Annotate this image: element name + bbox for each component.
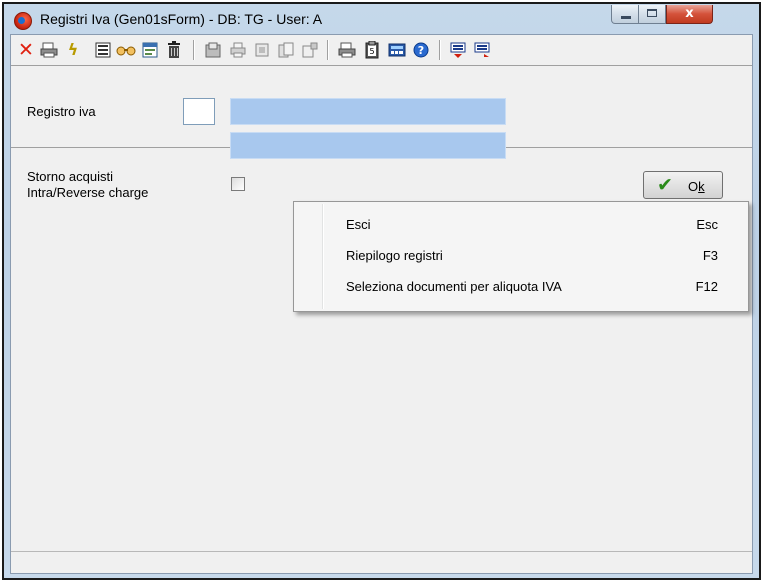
- menu-item-shortcut: Esc: [696, 217, 718, 232]
- help-icon[interactable]: ?: [410, 39, 432, 61]
- menu-item-seleziona-documenti[interactable]: Seleziona documenti per aliquota IVA F12: [296, 271, 746, 301]
- registro-description-field[interactable]: [230, 98, 506, 125]
- registro-code-input[interactable]: [183, 98, 215, 125]
- printer-icon[interactable]: [227, 39, 249, 61]
- calculator-icon[interactable]: [386, 39, 408, 61]
- storno-label-line1: Storno acquisti: [27, 169, 113, 184]
- close-icon: x: [685, 6, 694, 21]
- svg-text:?: ?: [418, 44, 424, 57]
- close-red-x-icon[interactable]: ✕: [15, 39, 37, 61]
- print-icon[interactable]: [38, 39, 60, 61]
- menu-item-shortcut: F3: [702, 248, 718, 263]
- window-icon[interactable]: [139, 39, 161, 61]
- ok-button-label: Ok: [688, 179, 705, 194]
- close-button[interactable]: x: [666, 5, 713, 24]
- menu-item-esci[interactable]: Esci Esc: [296, 209, 746, 239]
- svg-text:5: 5: [369, 47, 374, 56]
- minimize-icon: [621, 16, 631, 19]
- print-preview-icon[interactable]: [336, 39, 358, 61]
- menu-item-label: Esci: [346, 217, 371, 232]
- toolbar: ✕ ϟ 5 ?: [11, 35, 752, 66]
- copy-icon[interactable]: [275, 39, 297, 61]
- registro-description2-field[interactable]: [230, 132, 506, 159]
- toolbar-separator: [193, 40, 195, 60]
- toolbar-separator: [439, 40, 441, 60]
- glasses-icon[interactable]: [115, 39, 137, 61]
- lightning-icon[interactable]: ϟ: [62, 39, 84, 61]
- ok-button[interactable]: ✔ Ok: [643, 171, 723, 199]
- title-bar[interactable]: Registri Iva (Gen01sForm) - DB: TG - Use…: [4, 4, 759, 34]
- app-icon: [14, 12, 32, 30]
- check-icon: ✔: [657, 174, 673, 196]
- menu-item-riepilogo-registri[interactable]: Riepilogo registri F3: [296, 240, 746, 270]
- trash-icon[interactable]: [163, 39, 185, 61]
- context-menu: Esci Esc Riepilogo registri F3 Seleziona…: [293, 201, 749, 312]
- registro-iva-label: Registro iva: [27, 104, 96, 119]
- toolbar-separator: [327, 40, 329, 60]
- minimize-button[interactable]: [611, 5, 639, 24]
- document-icon[interactable]: [251, 39, 273, 61]
- export-icon[interactable]: [299, 39, 321, 61]
- status-bar: [11, 551, 752, 573]
- storno-label-line2: Intra/Reverse charge: [27, 185, 149, 200]
- maximize-button[interactable]: [639, 5, 666, 24]
- menu-item-label: Seleziona documenti per aliquota IVA: [346, 279, 562, 294]
- menu-item-label: Riepilogo registri: [346, 248, 443, 263]
- clipboard-icon[interactable]: 5: [361, 39, 383, 61]
- import-icon[interactable]: [202, 39, 224, 61]
- list-icon[interactable]: [92, 39, 114, 61]
- move-up-icon[interactable]: [447, 39, 469, 61]
- maximize-icon: [647, 9, 657, 17]
- ok-label-accel: k: [698, 179, 705, 194]
- menu-item-shortcut: F12: [695, 279, 718, 294]
- move-down-icon[interactable]: [471, 39, 493, 61]
- ok-label-prefix: O: [688, 179, 699, 194]
- storno-label: Storno acquisti Intra/Reverse charge: [27, 169, 148, 201]
- storno-checkbox[interactable]: [231, 177, 245, 191]
- window-title: Registri Iva (Gen01sForm) - DB: TG - Use…: [40, 11, 323, 27]
